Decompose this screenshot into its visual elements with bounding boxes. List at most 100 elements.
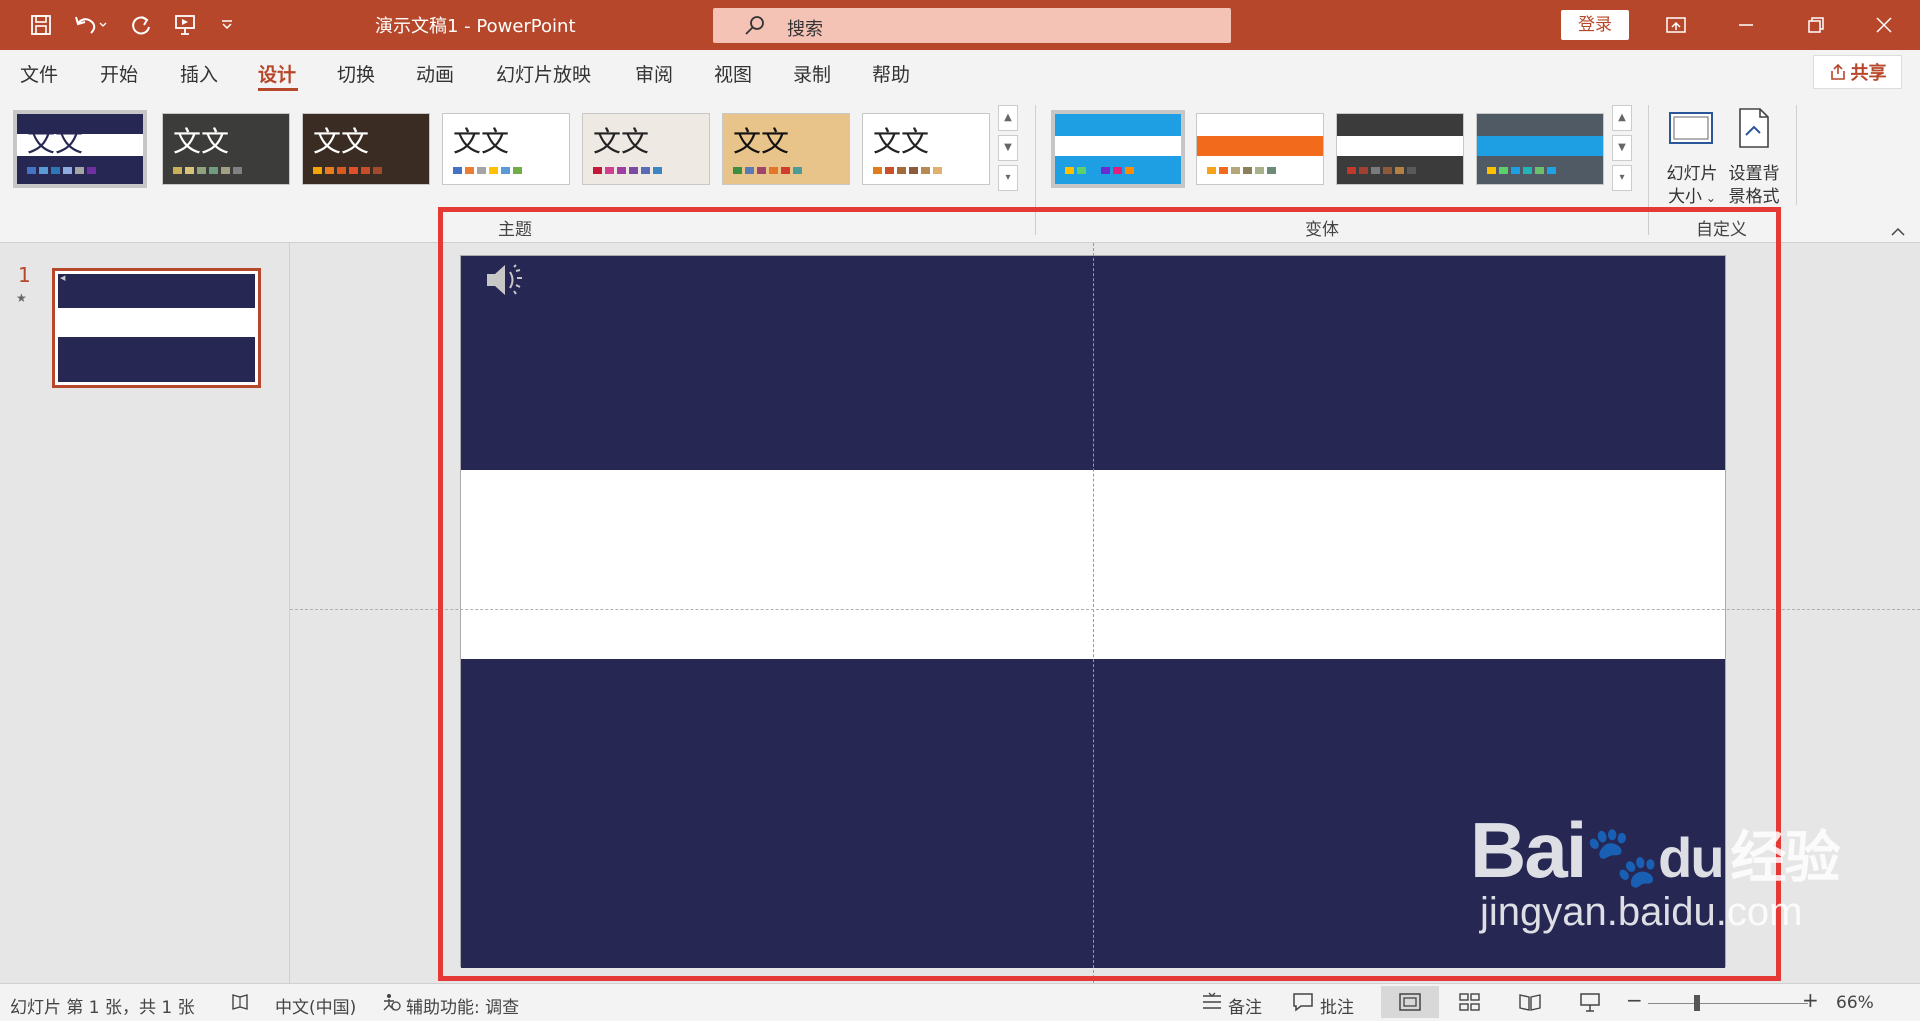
color-swatch bbox=[1383, 167, 1392, 174]
notes-label[interactable]: 备注 bbox=[1228, 993, 1262, 1018]
powerpoint-window: 演示文稿1 - PowerPoint 搜索 登录 文件 开始 插入 设计 切换 … bbox=[0, 0, 1920, 1021]
slideshow-view-icon[interactable] bbox=[1578, 991, 1602, 1018]
variant-band bbox=[1477, 136, 1603, 156]
variant-thumbnail[interactable] bbox=[1196, 113, 1324, 185]
theme-thumbnail[interactable]: 文文 bbox=[162, 113, 290, 185]
language-status[interactable]: 中文(中国) bbox=[275, 993, 356, 1018]
notes-icon[interactable] bbox=[1200, 991, 1224, 1018]
save-icon[interactable] bbox=[24, 10, 58, 40]
search-icon bbox=[743, 14, 767, 42]
close-icon[interactable] bbox=[1862, 10, 1906, 40]
search-box[interactable]: 搜索 bbox=[713, 8, 1231, 43]
color-swatch bbox=[1523, 167, 1532, 174]
reading-view-icon[interactable] bbox=[1518, 991, 1542, 1018]
tab-slideshow[interactable]: 幻灯片放映 bbox=[496, 60, 591, 87]
color-swatch bbox=[641, 167, 650, 174]
tab-home[interactable]: 开始 bbox=[100, 60, 138, 87]
status-bar: 幻灯片 第 1 张，共 1 张 中文(中国) 辅助功能: 调查 备注 批注 − … bbox=[0, 983, 1920, 1021]
customize-qat-icon[interactable] bbox=[210, 10, 244, 40]
audio-speaker-icon[interactable] bbox=[483, 258, 531, 306]
minimize-icon[interactable] bbox=[1724, 10, 1768, 40]
horizontal-guide bbox=[290, 609, 1920, 610]
watermark-bai: Bai bbox=[1470, 806, 1587, 894]
scroll-up-icon[interactable]: ▲ bbox=[1612, 105, 1632, 131]
slide-size-button[interactable]: 幻灯片 大小 ⌄ bbox=[1660, 105, 1724, 207]
group-label-variants: 变体 bbox=[1305, 220, 1339, 240]
variant-thumbnail[interactable] bbox=[1476, 113, 1604, 185]
ribbon-divider bbox=[1648, 105, 1649, 205]
tab-animations[interactable]: 动画 bbox=[416, 60, 454, 87]
variant-thumbnail[interactable] bbox=[1051, 110, 1185, 188]
theme-color-swatches bbox=[873, 167, 942, 174]
spellcheck-icon[interactable] bbox=[230, 991, 252, 1018]
theme-thumbnail[interactable]: 文文 bbox=[722, 113, 850, 185]
present-from-start-icon[interactable] bbox=[168, 10, 202, 40]
theme-sample-text: 文文 bbox=[733, 125, 790, 158]
format-background-button[interactable]: 设置背 景格式 bbox=[1724, 105, 1784, 207]
color-swatch bbox=[221, 167, 230, 174]
variant-band bbox=[1337, 114, 1463, 136]
theme-color-swatches bbox=[453, 167, 522, 174]
redo-icon[interactable] bbox=[124, 10, 158, 40]
collapse-ribbon-icon[interactable] bbox=[1890, 223, 1906, 242]
color-swatch bbox=[653, 167, 662, 174]
design-ribbon: 文文 文文 文文 文文 文文 文文 文文 ▲ ▼ ▾ ▲ ▼ ▾ 幻灯片 大小 ⌄ 设置背 bbox=[0, 95, 1920, 243]
zoom-level[interactable]: 66% bbox=[1836, 993, 1874, 1013]
color-swatch bbox=[489, 167, 498, 174]
theme-thumbnail[interactable]: 文文 bbox=[862, 113, 990, 185]
variant-band bbox=[1477, 114, 1603, 136]
slide-number: 1 bbox=[18, 263, 31, 287]
color-swatch bbox=[513, 167, 522, 174]
zoom-out-button[interactable]: − bbox=[1626, 988, 1643, 1012]
themes-scroll: ▲ ▼ ▾ bbox=[998, 105, 1018, 195]
variant-thumbnail[interactable] bbox=[1336, 113, 1464, 185]
comments-label[interactable]: 批注 bbox=[1320, 993, 1354, 1018]
share-button[interactable]: 共享 bbox=[1813, 55, 1902, 89]
slide-size-label-2: 大小 bbox=[1668, 187, 1703, 207]
scroll-down-icon[interactable]: ▼ bbox=[1612, 135, 1632, 161]
variant-band bbox=[1197, 114, 1323, 136]
tab-record[interactable]: 录制 bbox=[793, 60, 831, 87]
share-label: 共享 bbox=[1850, 63, 1887, 84]
theme-thumbnail[interactable]: 文文 bbox=[582, 113, 710, 185]
theme-thumbnail[interactable]: 文文 bbox=[13, 110, 147, 188]
format-background-label-2: 景格式 bbox=[1728, 187, 1780, 207]
color-swatch bbox=[87, 167, 96, 174]
comments-icon[interactable] bbox=[1292, 991, 1314, 1018]
accessibility-status[interactable]: 辅助功能: 调查 bbox=[406, 993, 519, 1018]
scroll-up-icon[interactable]: ▲ bbox=[998, 105, 1018, 131]
tab-help[interactable]: 帮助 bbox=[872, 60, 910, 87]
tab-insert[interactable]: 插入 bbox=[180, 60, 218, 87]
slide-sorter-icon[interactable] bbox=[1458, 991, 1482, 1018]
zoom-slider-track[interactable] bbox=[1648, 1003, 1808, 1004]
tab-design[interactable]: 设计 bbox=[258, 60, 296, 87]
tab-review[interactable]: 审阅 bbox=[635, 60, 673, 87]
theme-thumbnail[interactable]: 文文 bbox=[442, 113, 570, 185]
group-label-themes: 主题 bbox=[498, 220, 532, 240]
accessibility-icon[interactable] bbox=[380, 991, 402, 1018]
color-swatch bbox=[733, 167, 742, 174]
tab-transitions[interactable]: 切换 bbox=[337, 60, 375, 87]
color-swatch bbox=[769, 167, 778, 174]
color-swatch bbox=[325, 167, 334, 174]
restore-icon[interactable] bbox=[1794, 10, 1838, 40]
gallery-more-icon[interactable]: ▾ bbox=[1612, 165, 1632, 191]
theme-color-swatches bbox=[27, 167, 96, 174]
color-swatch bbox=[1371, 167, 1380, 174]
scroll-down-icon[interactable]: ▼ bbox=[998, 135, 1018, 161]
zoom-slider-thumb[interactable] bbox=[1694, 995, 1700, 1011]
tab-file[interactable]: 文件 bbox=[20, 60, 58, 87]
normal-view-icon[interactable] bbox=[1398, 991, 1422, 1018]
theme-thumbnail[interactable]: 文文 bbox=[302, 113, 430, 185]
undo-icon[interactable] bbox=[68, 10, 112, 40]
ribbon-display-options-icon[interactable] bbox=[1654, 10, 1698, 40]
gallery-more-icon[interactable]: ▾ bbox=[998, 165, 1018, 191]
tab-view[interactable]: 视图 bbox=[714, 60, 752, 87]
zoom-in-button[interactable]: + bbox=[1802, 988, 1819, 1012]
login-button[interactable]: 登录 bbox=[1561, 10, 1629, 40]
ribbon-divider bbox=[1035, 105, 1036, 205]
color-swatch bbox=[209, 167, 218, 174]
slide-thumbnail-1[interactable]: ◀ bbox=[52, 268, 261, 388]
color-swatch bbox=[501, 167, 510, 174]
color-swatch bbox=[39, 167, 48, 174]
